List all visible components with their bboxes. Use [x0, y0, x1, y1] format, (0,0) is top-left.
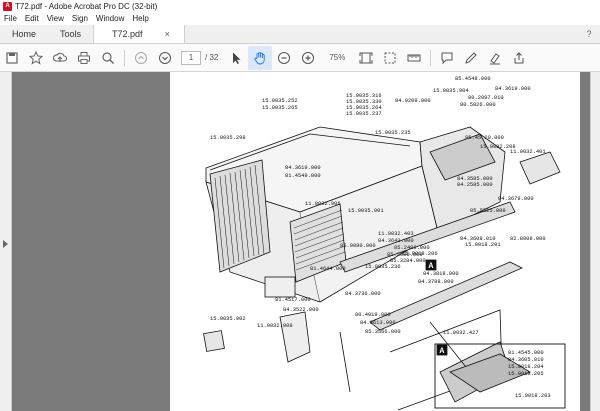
callout-a-mid: A — [429, 262, 434, 271]
tab-bar: Home Tools T72.pdf × ? — [0, 25, 600, 44]
part-number-label: 85.9080.000 — [340, 243, 376, 249]
part-number-label: 15.0035.904 — [433, 88, 469, 94]
toolbar: 1 / 32 75% — [0, 44, 600, 72]
part-number-label: 84.3643.000 — [378, 238, 414, 244]
pen-icon[interactable] — [459, 46, 483, 70]
part-number-label: 15.0035.902 — [210, 316, 246, 322]
page-number-input[interactable]: 1 — [181, 50, 201, 65]
marquee-icon[interactable] — [378, 46, 402, 70]
right-panel[interactable] — [590, 72, 600, 411]
part-number-label: 84.3605.010 — [508, 357, 544, 363]
menu-window[interactable]: Window — [92, 14, 128, 23]
part-number-label: 82.8008.000 — [510, 236, 546, 242]
acrobat-icon: A — [3, 1, 12, 11]
part-number-label: 84.3613.000 — [360, 320, 396, 326]
menu-bar: File Edit View Sign Window Help — [0, 12, 600, 25]
part-number-label: 11.0032.906 — [305, 201, 341, 207]
part-number-label: 15.0018.203 — [515, 393, 551, 399]
zoom-level[interactable]: 75% — [320, 51, 354, 65]
exploded-parts-drawing: 15.0035.25215.0035.26515.0035.31615.0035… — [203, 76, 566, 411]
part-number-label: 15.0035.237 — [346, 111, 382, 117]
part-number-label: 85.3284.000 — [390, 258, 426, 264]
highlight-icon[interactable] — [483, 46, 507, 70]
title-bar: A T72.pdf - Adobe Acrobat Pro DC (32-bit… — [0, 0, 600, 12]
part-number-label: 15.0035.298 — [210, 135, 246, 141]
zoom-in-icon[interactable] — [296, 46, 320, 70]
comment-icon[interactable] — [435, 46, 459, 70]
help-icon[interactable]: ? — [578, 25, 600, 43]
part-number-label: 84.3679.000 — [498, 196, 534, 202]
part-number-label: 85.4548.000 — [455, 76, 491, 82]
select-icon[interactable] — [224, 46, 248, 70]
search-icon[interactable] — [96, 46, 120, 70]
part-number-label: 84.9209.000 — [395, 98, 431, 104]
save-icon[interactable] — [0, 46, 24, 70]
part-number-label: 15.0018.205 — [508, 371, 544, 377]
menu-sign[interactable]: Sign — [68, 14, 92, 23]
print-icon[interactable] — [72, 46, 96, 70]
share-icon[interactable] — [507, 46, 531, 70]
part-number-label: 84.3788.000 — [418, 279, 454, 285]
part-number-label: 84.3818.000 — [423, 271, 459, 277]
part-number-label: 15.0035.236 — [365, 264, 401, 270]
part-number-label: 11.0032.908 — [257, 323, 293, 329]
fit-icon[interactable] — [354, 46, 378, 70]
window-title: T72.pdf - Adobe Acrobat Pro DC (32-bit) — [15, 1, 158, 11]
part-number-label: 85.3566.000 — [365, 329, 401, 335]
part-number-label: 81.4545.000 — [508, 350, 544, 356]
tab-document[interactable]: T72.pdf × — [93, 25, 185, 43]
upload-icon[interactable] — [48, 46, 72, 70]
part-number-label: 81.4517.000 — [275, 297, 311, 303]
hand-icon[interactable] — [248, 45, 273, 70]
menu-view[interactable]: View — [43, 14, 68, 23]
pdf-page: 15.0035.252 15.0035.265 15.0035.316 15.0035… — [170, 72, 580, 411]
ruler-icon[interactable] — [402, 46, 426, 70]
part-number-label: 84.3619.000 — [495, 86, 531, 92]
tab-tools[interactable]: Tools — [48, 25, 93, 43]
menu-help[interactable]: Help — [128, 14, 152, 23]
part-number-label: 80.4019.000 — [355, 312, 391, 318]
part-number-label: 15.0035.252 — [262, 98, 298, 104]
close-tab-icon[interactable]: × — [165, 29, 170, 39]
part-number-label: 81.4549.000 — [285, 173, 321, 179]
menu-file[interactable]: File — [0, 14, 21, 23]
part-number-label: 15.0035.235 — [375, 130, 411, 136]
zoom-out-icon[interactable] — [272, 46, 296, 70]
part-number-label: 11.0032.403 — [378, 231, 414, 237]
part-number-label: 11.0032.401 — [510, 149, 546, 155]
tab-document-label: T72.pdf — [112, 29, 143, 39]
part-number-label: 15.0018.206 — [402, 251, 438, 257]
part-number-label: 84.2585.000 — [457, 182, 493, 188]
left-panel-toggle[interactable] — [0, 72, 12, 411]
part-number-label: 84.3522.000 — [283, 307, 319, 313]
part-number-label: 81.4644.000 — [310, 266, 346, 272]
page-up-icon[interactable] — [129, 46, 153, 70]
part-number-label: 84.3736.000 — [345, 291, 381, 297]
part-number-label: 15.0018.201 — [465, 242, 501, 248]
menu-edit[interactable]: Edit — [21, 14, 43, 23]
part-number-label: 80.5826.000 — [460, 102, 496, 108]
tab-home[interactable]: Home — [0, 25, 48, 43]
part-number-label: 15.0018.204 — [508, 364, 544, 370]
part-number-label: 84.3619.000 — [285, 165, 321, 171]
part-number-label: 15.0035.265 — [262, 105, 298, 111]
expand-arrow-icon[interactable] — [3, 240, 8, 248]
part-number-label: 11.0032.427 — [443, 330, 479, 336]
bookmark-icon[interactable] — [24, 46, 48, 70]
part-number-label: 85.45.20.000 — [465, 135, 504, 141]
part-number-label: 15.0035.901 — [348, 208, 384, 214]
part-number-label: 80.2097.010 — [468, 95, 504, 101]
page-count: / 32 — [205, 53, 219, 62]
page-down-icon[interactable] — [153, 46, 177, 70]
document-view[interactable]: 15.0035.252 15.0035.265 15.0035.316 15.0035… — [12, 72, 590, 411]
part-number-label: 85.5525.000 — [470, 208, 506, 214]
callout-a-inset: A — [440, 347, 445, 356]
